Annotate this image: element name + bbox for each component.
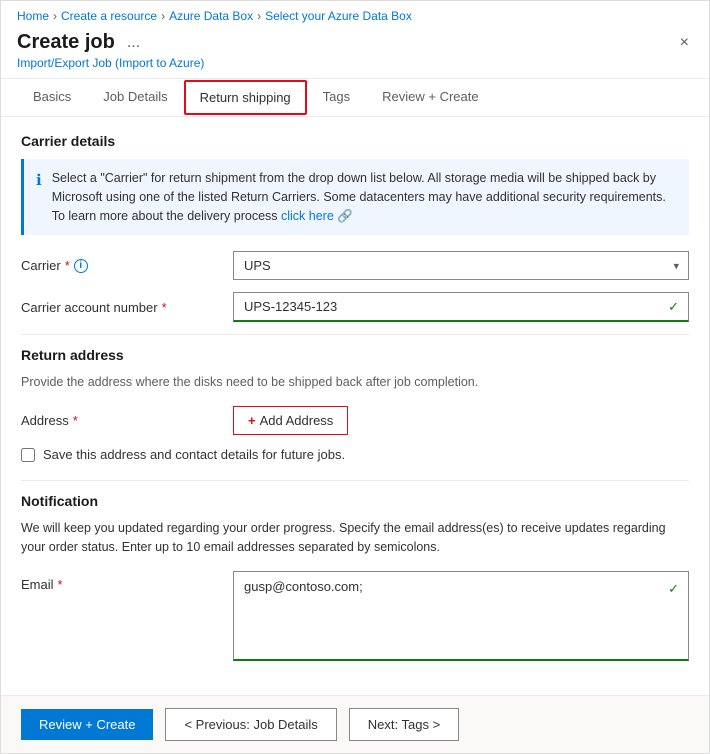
carrier-row: Carrier * i UPS ▾: [21, 251, 689, 280]
ellipsis-button[interactable]: ...: [123, 32, 144, 54]
email-required: *: [58, 577, 63, 592]
email-row: Email * gusp@contoso.com; ✓: [21, 571, 689, 664]
email-field-wrapper: gusp@contoso.com; ✓: [233, 571, 689, 664]
breadcrumb-home[interactable]: Home: [17, 9, 49, 23]
tab-tags[interactable]: Tags: [307, 79, 366, 116]
account-label: Carrier account number *: [21, 300, 221, 315]
divider-2: [21, 480, 689, 481]
header-left: Create job ... Import/Export Job (Import…: [17, 31, 204, 70]
footer: Review + Create < Previous: Job Details …: [1, 695, 709, 753]
previous-button[interactable]: < Previous: Job Details: [165, 708, 336, 741]
breadcrumb-select-azure-data-box[interactable]: Select your Azure Data Box: [265, 9, 412, 23]
content-area: Carrier details ℹ Select a "Carrier" for…: [1, 117, 709, 695]
add-address-button[interactable]: + Add Address: [233, 406, 348, 435]
close-button[interactable]: ×: [676, 31, 693, 55]
save-address-label[interactable]: Save this address and contact details fo…: [43, 447, 345, 462]
carrier-required: *: [65, 258, 70, 273]
carrier-field: UPS ▾: [233, 251, 689, 280]
info-icon: ℹ: [36, 170, 42, 225]
info-box: ℹ Select a "Carrier" for return shipment…: [21, 159, 689, 235]
click-here-link[interactable]: click here: [281, 209, 334, 223]
save-address-row: Save this address and contact details fo…: [21, 447, 689, 462]
carrier-dropdown[interactable]: UPS: [233, 251, 689, 280]
carrier-value: UPS: [244, 258, 271, 273]
breadcrumb-create-resource[interactable]: Create a resource: [61, 9, 157, 23]
return-address-title: Return address: [21, 347, 689, 363]
subtitle: Import/Export Job (Import to Azure): [17, 56, 204, 70]
return-address-desc: Provide the address where the disks need…: [21, 373, 689, 392]
email-label: Email *: [21, 577, 221, 592]
carrier-info-circle[interactable]: i: [74, 259, 88, 273]
notification-section: Notification We will keep you updated re…: [21, 493, 689, 664]
account-field: ✓: [233, 292, 689, 322]
next-button[interactable]: Next: Tags >: [349, 708, 459, 741]
tab-basics[interactable]: Basics: [17, 79, 87, 116]
email-valid-icon: ✓: [668, 581, 679, 597]
account-input[interactable]: [233, 292, 689, 322]
add-address-label: Add Address: [260, 413, 334, 428]
tab-return-shipping[interactable]: Return shipping: [184, 80, 307, 115]
carrier-details-title: Carrier details: [21, 133, 689, 149]
divider-1: [21, 334, 689, 335]
save-address-checkbox[interactable]: [21, 448, 35, 462]
address-label: Address *: [21, 413, 221, 428]
dialog-header: Create job ... Import/Export Job (Import…: [1, 27, 709, 79]
account-row: Carrier account number * ✓: [21, 292, 689, 322]
account-valid-icon: ✓: [668, 299, 679, 315]
return-address-section: Return address Provide the address where…: [21, 347, 689, 462]
tabs-bar: Basics Job Details Return shipping Tags …: [1, 79, 709, 117]
tab-review-create[interactable]: Review + Create: [366, 79, 494, 116]
breadcrumb: Home › Create a resource › Azure Data Bo…: [1, 1, 709, 27]
page-title: Create job: [17, 31, 115, 54]
notification-title: Notification: [21, 493, 689, 509]
title-row: Create job ...: [17, 31, 204, 54]
review-create-button[interactable]: Review + Create: [21, 709, 153, 740]
email-textarea[interactable]: gusp@contoso.com;: [233, 571, 689, 661]
address-required: *: [73, 413, 78, 428]
carrier-details-section: Carrier details ℹ Select a "Carrier" for…: [21, 133, 689, 322]
tab-job-details[interactable]: Job Details: [87, 79, 183, 116]
address-field: + Add Address: [233, 406, 689, 435]
account-required: *: [162, 300, 167, 315]
address-row: Address * + Add Address: [21, 406, 689, 435]
info-text: Select a "Carrier" for return shipment f…: [52, 169, 677, 225]
breadcrumb-azure-data-box[interactable]: Azure Data Box: [169, 9, 253, 23]
account-input-wrapper: ✓: [233, 292, 689, 322]
plus-icon: +: [248, 413, 256, 428]
carrier-label: Carrier * i: [21, 258, 221, 273]
notification-desc: We will keep you updated regarding your …: [21, 519, 689, 557]
